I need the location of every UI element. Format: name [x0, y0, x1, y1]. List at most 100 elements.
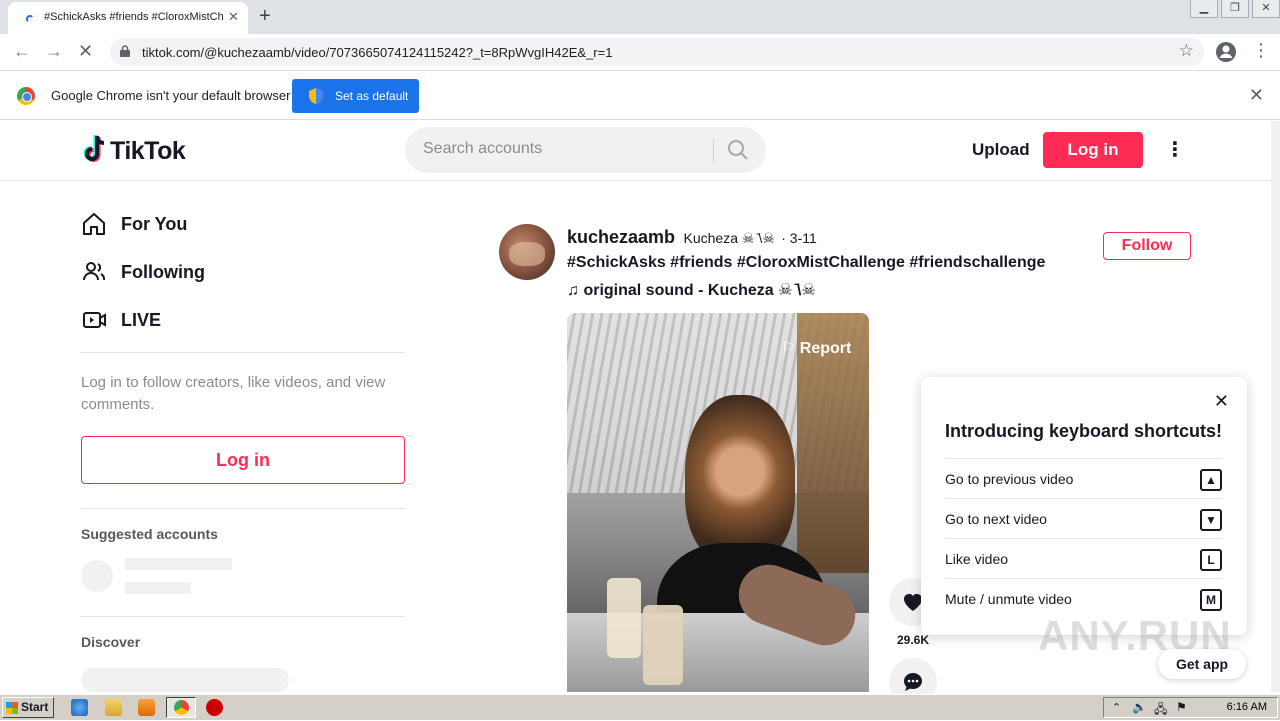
tab-strip: #SchickAsks #friends #CloroxMistChalleng… — [0, 0, 1280, 34]
live-icon — [83, 312, 106, 328]
sound-name: original sound - Kucheza ☠︎ ̄\☠ — [583, 282, 816, 299]
address-bar[interactable]: tiktok.com/@kuchezaamb/video/70736650741… — [110, 38, 1204, 66]
like-count: 29.6K — [896, 633, 930, 647]
arrow-down-key-icon: ▼ — [1200, 509, 1222, 531]
windows-taskbar: Start ⌃ 🔈 🖧 ⚑ 6:16 AM — [0, 694, 1280, 720]
l-key-icon: L — [1200, 549, 1222, 571]
sidebar-item-for-you[interactable]: For You — [81, 209, 187, 239]
skeleton-tag — [81, 668, 289, 692]
default-browser-infobar: Google Chrome isn't your default browser… — [0, 72, 1280, 120]
internet-explorer-icon[interactable] — [71, 699, 88, 716]
keyboard-shortcuts-popup: ✕ Introducing keyboard shortcuts! Go to … — [921, 377, 1247, 635]
volume-icon[interactable]: 🔈 — [1132, 700, 1147, 714]
skeleton-line — [125, 558, 232, 570]
popup-close-icon[interactable]: ✕ — [1214, 391, 1229, 412]
comment-icon — [904, 673, 922, 691]
file-explorer-icon[interactable] — [105, 699, 122, 716]
infobar-text: Google Chrome isn't your default browser — [51, 88, 291, 103]
upload-link[interactable]: Upload — [972, 140, 1030, 160]
search-divider — [713, 139, 714, 163]
sidebar-item-label: For You — [121, 213, 188, 234]
search-icon[interactable] — [727, 139, 749, 161]
post-caption[interactable]: #SchickAsks #friends #CloroxMistChalleng… — [567, 254, 1045, 272]
post-date: · 3-11 — [781, 230, 817, 246]
media-player-icon[interactable] — [138, 699, 155, 716]
shortcut-row: Go to next video ▼ — [945, 498, 1222, 538]
get-app-button[interactable]: Get app — [1158, 649, 1246, 679]
skeleton-avatar — [81, 560, 113, 592]
set-default-label: Set as default — [335, 89, 409, 103]
discover-heading: Discover — [81, 634, 141, 650]
report-button[interactable]: ⚐ Report — [781, 338, 851, 358]
sidebar-login-button[interactable]: Log in — [81, 436, 405, 484]
opera-icon[interactable] — [206, 699, 223, 716]
m-key-icon: M — [1200, 589, 1222, 611]
system-tray: ⌃ 🔈 🖧 ⚑ 6:16 AM — [1103, 697, 1278, 718]
tiktok-header: TikTok Upload Log in ⋮ — [0, 121, 1280, 181]
tab-close-icon[interactable]: ✕ — [228, 9, 239, 25]
search-box — [405, 127, 766, 173]
video-player[interactable] — [567, 313, 869, 692]
window-controls: ▁ ❐ ✕ — [1187, 0, 1280, 20]
tiktok-note-icon — [83, 135, 105, 162]
tray-expand-icon[interactable]: ⌃ — [1112, 701, 1121, 714]
home-icon — [83, 213, 105, 235]
more-options-icon[interactable]: ⋮ — [1165, 137, 1185, 162]
avatar[interactable] — [499, 224, 555, 280]
url-text: tiktok.com/@kuchezaamb/video/70736650741… — [142, 45, 613, 60]
report-label: Report — [799, 340, 852, 357]
set-default-button[interactable]: Set as default — [292, 79, 419, 113]
tiktok-wordmark: TikTok — [110, 137, 186, 165]
suggested-accounts-heading: Suggested accounts — [81, 526, 218, 542]
follow-button[interactable]: Follow — [1103, 232, 1191, 260]
browser-tab[interactable]: #SchickAsks #friends #CloroxMistChalleng… — [8, 2, 248, 34]
new-tab-icon[interactable]: + — [259, 5, 271, 28]
bookmark-star-icon[interactable]: ☆ — [1179, 41, 1194, 61]
shield-icon — [309, 88, 323, 104]
sidebar-divider — [81, 352, 405, 353]
sidebar-item-label: LIVE — [121, 309, 162, 330]
arrow-up-key-icon: ▲ — [1200, 469, 1222, 491]
taskbar-clock: 6:16 AM — [1226, 701, 1267, 713]
skeleton-line — [125, 582, 191, 594]
flag-icon: ⚐ — [781, 340, 800, 357]
start-button[interactable]: Start — [2, 697, 54, 718]
forward-icon[interactable]: → — [45, 41, 63, 62]
chrome-taskbar-button[interactable] — [166, 697, 196, 718]
sidebar-divider — [81, 616, 405, 617]
chrome-menu-icon[interactable]: ⋮ — [1252, 40, 1270, 61]
window-close-icon[interactable]: ✕ — [1252, 0, 1280, 18]
users-icon — [83, 262, 106, 281]
loading-spinner-icon — [26, 15, 34, 23]
minimize-icon[interactable]: ▁ — [1190, 0, 1218, 18]
lock-icon — [120, 45, 130, 57]
profile-icon[interactable] — [1215, 41, 1237, 63]
back-icon[interactable]: ← — [13, 41, 31, 62]
infobar-close-icon[interactable]: ✕ — [1249, 85, 1264, 106]
page-scrollbar[interactable] — [1271, 121, 1280, 692]
shortcut-row: Like video L — [945, 538, 1222, 578]
post-nickname[interactable]: Kucheza ☠︎ ̄\☠ — [684, 230, 775, 246]
sidebar-item-following[interactable]: Following — [81, 257, 205, 287]
tab-title: #SchickAsks #friends #CloroxMistChalleng… — [44, 11, 224, 23]
sidebar-item-label: Following — [121, 261, 205, 282]
maximize-icon[interactable]: ❐ — [1221, 0, 1249, 18]
network-icon[interactable]: 🖧 — [1154, 700, 1167, 721]
windows-logo-icon — [6, 702, 18, 714]
header-login-button[interactable]: Log in — [1043, 132, 1143, 168]
start-label: Start — [21, 700, 49, 714]
popup-title: Introducing keyboard shortcuts! — [945, 421, 1223, 441]
post-username[interactable]: kuchezaamb — [567, 227, 675, 247]
sidebar-divider — [81, 508, 405, 509]
post-sound[interactable]: ♫ original sound - Kucheza ☠︎ ̄\☠ — [567, 280, 816, 300]
sidebar-item-live[interactable]: LIVE — [81, 305, 161, 335]
flag-tray-icon[interactable]: ⚑ — [1176, 700, 1187, 714]
post-author: kuchezaamb Kucheza ☠︎ ̄\☠ · 3-11 — [567, 227, 817, 248]
music-note-icon: ♫ — [567, 282, 584, 299]
search-input[interactable] — [421, 139, 701, 159]
login-prompt-text: Log in to follow creators, like videos, … — [81, 374, 386, 413]
chrome-icon — [174, 700, 189, 715]
chrome-logo-icon — [17, 87, 35, 105]
stop-loading-icon[interactable]: ✕ — [78, 41, 93, 62]
shortcut-label: Mute / unmute video — [945, 591, 1072, 607]
